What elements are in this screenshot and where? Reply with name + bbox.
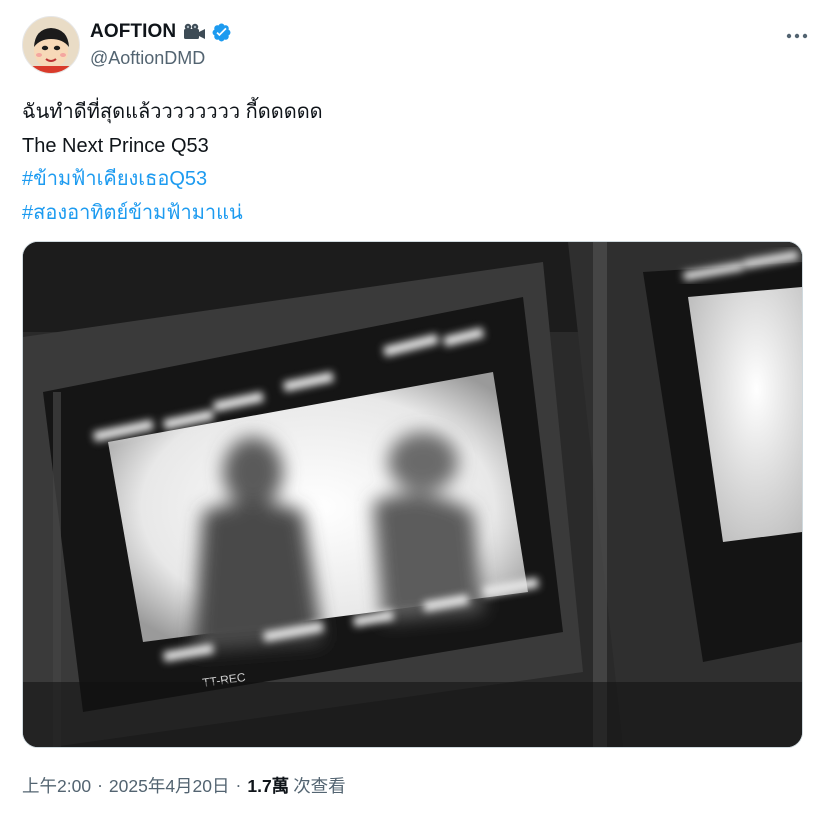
hashtag-link[interactable]: #ข้ามฟ้าเคียงเธอQ53 — [22, 163, 802, 197]
tweet-line: ฉันทำดีที่สุดแล้วววววววว กี้ดดดดด — [22, 101, 323, 123]
author-names: AOFTION @AoftionDMD — [90, 19, 232, 69]
display-name[interactable]: AOFTION — [90, 21, 176, 43]
verified-badge-icon[interactable] — [211, 22, 232, 43]
author-handle[interactable]: @AoftionDMD — [90, 48, 232, 69]
tweet-header: AOFTION @AoftionDMD — [22, 16, 812, 76]
meta-separator: · — [97, 775, 103, 795]
views-count[interactable]: 1.7萬 — [247, 773, 289, 798]
more-options-icon[interactable] — [782, 26, 812, 46]
avatar[interactable] — [22, 16, 80, 74]
display-name-row: AOFTION — [90, 19, 232, 45]
views-label: 次查看 — [293, 776, 346, 796]
tweet-time[interactable]: 上午2:00 — [22, 773, 91, 798]
hashtag-link[interactable]: #สองอาทิตย์ข้ามฟ้ามาแน่ — [22, 197, 802, 231]
movie-camera-icon — [183, 23, 207, 41]
tweet-line: The Next Prince Q53 — [22, 134, 209, 157]
tweet-date[interactable]: 2025年4月20日 — [109, 773, 230, 798]
tweet-text: ฉันทำดีที่สุดแล้วววววววว กี้ดดดดด The Ne… — [22, 96, 802, 230]
meta-separator: · — [235, 775, 242, 795]
tweet-meta: 上午2:00 · 2025年4月20日 · 1.7萬 次查看 — [22, 773, 346, 798]
tweet-photo[interactable]: TT-REC — [22, 241, 803, 748]
